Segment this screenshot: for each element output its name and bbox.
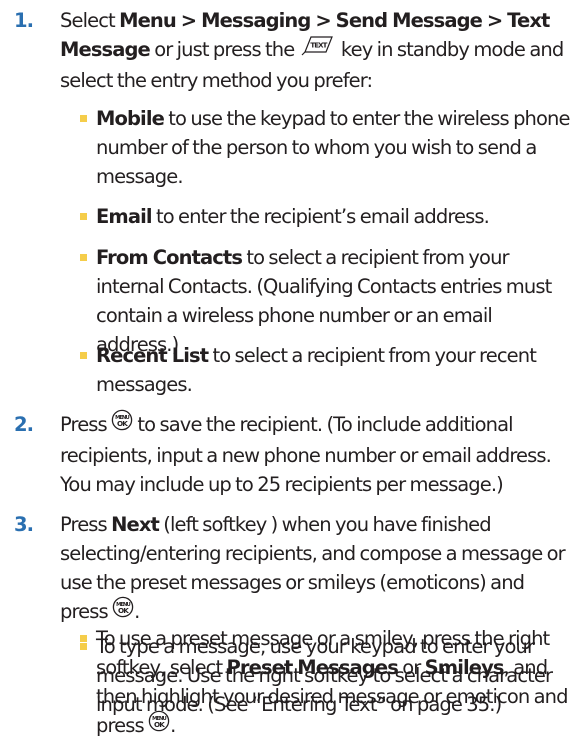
menu-ok-key-icon: MENU OK: [111, 409, 133, 439]
step-3: 3. Press Next (left softkey ) when you h…: [14, 510, 576, 628]
option-label: From Contacts: [96, 246, 243, 269]
svg-text:OK: OK: [118, 605, 129, 614]
document-page: 1. Select Menu > Messaging > Send Messag…: [0, 0, 584, 746]
step-number: 1.: [14, 9, 34, 32]
bullet-icon: [80, 254, 87, 261]
bullet-icon: [80, 635, 87, 642]
step-text: Press: [60, 413, 112, 436]
option-label: Recent List: [96, 344, 209, 367]
smileys-label: Smileys: [424, 656, 505, 679]
bullet-icon: [80, 213, 87, 220]
bullet-icon: [80, 352, 87, 359]
step-text: to save the recipient. (To include addit…: [60, 413, 552, 496]
option-text: to use the keypad to enter the wireless …: [96, 107, 570, 188]
preset-messages-label: Preset Messages: [226, 656, 399, 679]
text-key-icon: TEXT: [299, 34, 337, 64]
bullet-icon: [80, 115, 87, 122]
option-mobile: Mobile to use the keypad to enter the wi…: [80, 104, 574, 191]
step-text: Press: [60, 513, 112, 536]
step-number: 2.: [14, 413, 34, 436]
option-label: Mobile: [96, 107, 165, 130]
step-2: 2. Press MENU OK to save the recipient. (…: [14, 409, 576, 499]
option-text: to enter the recipient’s email address.: [151, 205, 490, 228]
option-label: Email: [96, 205, 153, 228]
next-softkey-label: Next: [111, 513, 160, 536]
bullet-icon: [80, 643, 87, 650]
step-1: 1. Select Menu > Messaging > Send Messag…: [14, 6, 576, 95]
menu-ok-key-icon: MENU OK: [148, 710, 170, 740]
option-email: Email to enter the recipient’s email add…: [80, 202, 574, 231]
step-number: 3.: [14, 513, 34, 536]
menu-ok-key-icon: MENU OK: [112, 596, 134, 626]
option-recent-list: Recent List to select a recipient from y…: [80, 341, 574, 399]
step-text: or just press the: [149, 38, 299, 61]
step-text: Select: [60, 9, 120, 32]
svg-text:TEXT: TEXT: [310, 41, 327, 49]
svg-text:OK: OK: [117, 418, 128, 427]
option-preset-message: To use a preset message or a smiley, pre…: [80, 624, 574, 742]
svg-text:OK: OK: [154, 719, 165, 728]
